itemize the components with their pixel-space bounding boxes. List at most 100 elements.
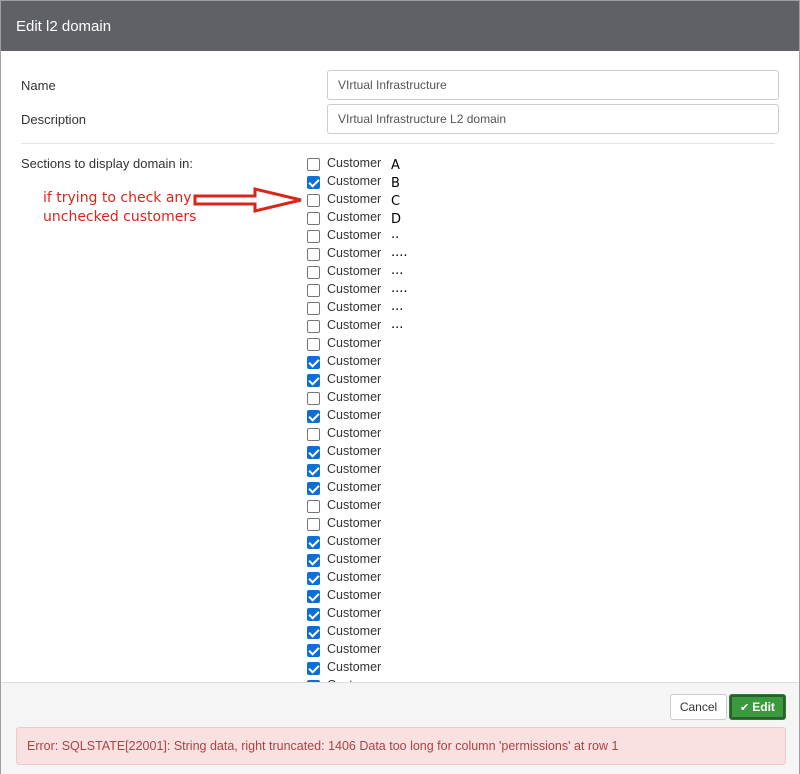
customer-checkbox-item[interactable]: Customer [307, 389, 507, 407]
customer-checkbox-item[interactable]: Customer [307, 515, 507, 533]
handwritten-suffix: ... [391, 317, 404, 332]
customer-label: Customer [327, 300, 382, 314]
customer-checkbox-item[interactable]: Customer [307, 371, 507, 389]
customer-checkbox-item[interactable]: Customer [307, 587, 507, 605]
customer-checkbox[interactable] [307, 374, 320, 387]
customer-checkbox[interactable] [307, 194, 320, 207]
annotation-text: if trying to check any unchecked custome… [43, 190, 197, 225]
customer-checkbox-item[interactable]: Customer.. [307, 227, 507, 245]
customer-checkbox[interactable] [307, 662, 320, 675]
customer-checkbox-item[interactable]: Customer [307, 623, 507, 641]
customer-checkbox[interactable] [307, 284, 320, 297]
customer-label: Customer [327, 192, 382, 206]
customer-label: Customer [327, 390, 382, 404]
customer-checkbox[interactable] [307, 392, 320, 405]
customer-checkbox[interactable] [307, 410, 320, 423]
customer-checkbox-item[interactable]: Customer [307, 533, 507, 551]
customer-checkbox[interactable] [307, 644, 320, 657]
customer-checkbox-item[interactable]: Customer.... [307, 245, 507, 263]
customer-checkbox-item[interactable]: Customer D [307, 209, 507, 227]
customer-label: Customer [327, 588, 382, 602]
customer-checkbox[interactable] [307, 446, 320, 459]
customer-checkbox-item[interactable]: Customer [307, 569, 507, 587]
customer-checkbox-item[interactable]: Customer... [307, 263, 507, 281]
customer-label: Customer [327, 318, 382, 332]
customer-checkbox[interactable] [307, 428, 320, 441]
customer-label: Customer [327, 624, 382, 638]
name-label: Name [21, 78, 56, 93]
customer-checkbox[interactable] [307, 266, 320, 279]
customer-label: Customer [327, 336, 382, 350]
handwritten-suffix: A [391, 158, 400, 173]
check-icon: ✔ [740, 702, 750, 714]
customer-checkbox-item[interactable]: Customer [307, 407, 507, 425]
customer-label: Customer [327, 264, 382, 278]
customer-checkbox[interactable] [307, 230, 320, 243]
customer-checkbox[interactable] [307, 608, 320, 621]
handwritten-suffix: C [391, 194, 401, 209]
customer-checkbox[interactable] [307, 356, 320, 369]
customer-checkbox[interactable] [307, 320, 320, 333]
customer-checkbox[interactable] [307, 212, 320, 225]
modal-footer: Cancel ✔ Edit Error: SQLSTATE[22001]: Str… [1, 682, 799, 774]
cancel-button[interactable]: Cancel [670, 694, 727, 720]
customer-label: Customer [327, 156, 382, 170]
customer-checkbox[interactable] [307, 626, 320, 639]
description-input[interactable]: VIrtual Infrastructure L2 domain [327, 104, 779, 134]
customer-label: Customer [327, 498, 382, 512]
customer-checkbox[interactable] [307, 518, 320, 531]
customer-label: Customer [327, 660, 382, 674]
customer-checkbox-item[interactable]: Customer [307, 479, 507, 497]
name-input[interactable]: VIrtual Infrastructure [327, 70, 779, 100]
customer-label: Customer [327, 228, 382, 242]
edit-button[interactable]: ✔ Edit [729, 694, 786, 720]
customer-label: Customer [327, 552, 382, 566]
customer-checkbox[interactable] [307, 464, 320, 477]
red-arrow-annotation [193, 187, 302, 213]
customer-label: Customer [327, 282, 382, 296]
customer-checkbox[interactable] [307, 302, 320, 315]
modal-header: Edit l2 domain [1, 1, 799, 51]
customer-checkbox-item[interactable]: Customer [307, 353, 507, 371]
customer-checkbox-item[interactable]: Customer C [307, 191, 507, 209]
customer-checkbox-item[interactable]: Customer B [307, 173, 507, 191]
customer-checkbox[interactable] [307, 590, 320, 603]
customer-checkbox-item[interactable]: Customer A [307, 155, 507, 173]
customer-label: Customer [327, 246, 382, 260]
customer-checkbox-item[interactable]: Customer [307, 497, 507, 515]
customer-checkbox[interactable] [307, 248, 320, 261]
customer-checkbox-item[interactable]: Customer... [307, 299, 507, 317]
customer-checkbox[interactable] [307, 158, 320, 171]
customer-label: Customer [327, 516, 382, 530]
customer-checkbox[interactable] [307, 554, 320, 567]
customer-checkbox-item[interactable]: Customer... [307, 317, 507, 335]
customer-checkbox-item[interactable]: Customer [307, 335, 507, 353]
sections-label: Sections to display domain in: [21, 156, 193, 171]
customer-checkbox-item[interactable]: Customer [307, 605, 507, 623]
customer-checkbox-item[interactable]: Customer [307, 425, 507, 443]
customer-label: Customer [327, 480, 382, 494]
customer-checkbox[interactable] [307, 338, 320, 351]
modal-title: Edit l2 domain [16, 18, 112, 35]
customer-checkbox[interactable] [307, 572, 320, 585]
customer-label: Customer [327, 606, 382, 620]
customer-checkbox-item[interactable]: Customer [307, 443, 507, 461]
form-divider [21, 143, 775, 144]
customer-checkbox[interactable] [307, 176, 320, 189]
modal-body[interactable]: Name VIrtual Infrastructure Description … [1, 52, 799, 682]
customer-label: Customer [327, 354, 382, 368]
handwritten-suffix: B [391, 176, 400, 191]
customer-checkbox[interactable] [307, 536, 320, 549]
customer-label: Customer [327, 534, 382, 548]
customer-label: Customer [327, 570, 382, 584]
customer-checkbox[interactable] [307, 482, 320, 495]
customer-checkbox-item[interactable]: Customer [307, 461, 507, 479]
customer-checkbox-item[interactable]: Customer [307, 641, 507, 659]
customer-label: Customer [327, 642, 382, 656]
customer-checkbox-item[interactable]: Customer [307, 551, 507, 569]
handwritten-suffix: .... [391, 281, 408, 296]
customer-checkbox-item[interactable]: Customer [307, 659, 507, 677]
customer-checkbox-item[interactable]: Customer.... [307, 281, 507, 299]
customer-checkbox[interactable] [307, 500, 320, 513]
handwritten-suffix: .... [391, 245, 408, 260]
